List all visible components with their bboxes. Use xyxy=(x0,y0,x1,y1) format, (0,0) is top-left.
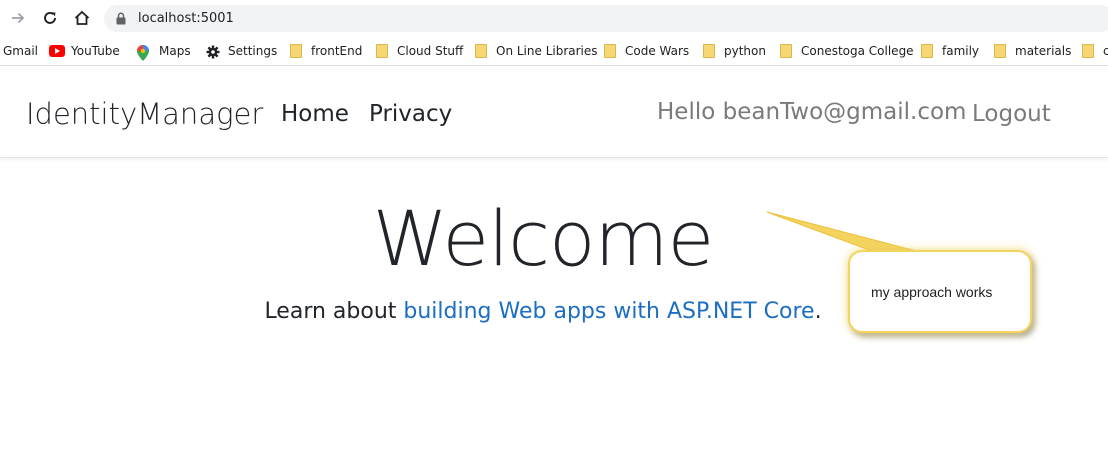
callout-text: my approach works xyxy=(871,284,993,300)
callout-pointer xyxy=(766,211,921,257)
callout-annotation: my approach works xyxy=(848,250,1032,333)
